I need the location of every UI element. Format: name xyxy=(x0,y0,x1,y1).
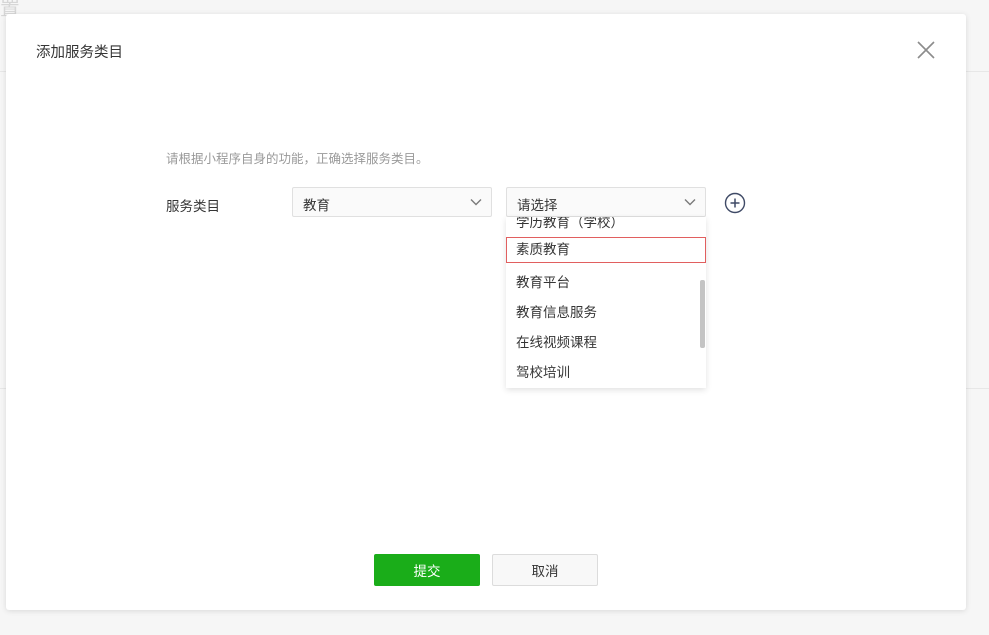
dropdown-option-highlighted[interactable]: 素质教育 xyxy=(506,237,706,263)
submit-button[interactable]: 提交 xyxy=(374,554,480,586)
dropdown-option[interactable]: 驾校培训 xyxy=(506,360,706,386)
instruction-text: 请根据小程序自身的功能，正确选择服务类目。 xyxy=(166,151,429,166)
cancel-button[interactable]: 取消 xyxy=(492,554,598,586)
category-level1-select[interactable]: 教育 xyxy=(292,187,492,217)
chevron-down-icon xyxy=(470,199,482,206)
close-button[interactable] xyxy=(914,38,938,62)
plus-circle-icon xyxy=(724,192,746,214)
select-value: 教育 xyxy=(303,198,330,214)
select-placeholder: 请选择 xyxy=(517,198,558,214)
add-category-button[interactable] xyxy=(724,192,746,214)
dropdown-option[interactable]: 学历教育（学校） xyxy=(506,217,706,236)
category-level2-select[interactable]: 请选择 xyxy=(506,187,706,217)
service-category-label: 服务类目 xyxy=(166,199,220,215)
category-dropdown-list: 学历教育（学校） 素质教育 教育平台 教育信息服务 在线视频课程 驾校培训 xyxy=(506,217,706,388)
dropdown-option[interactable]: 教育信息服务 xyxy=(506,300,706,326)
dropdown-scrollbar[interactable] xyxy=(700,280,705,348)
add-service-category-dialog: 添加服务类目 请根据小程序自身的功能，正确选择服务类目。 服务类目 教育 请选择… xyxy=(6,14,966,610)
dropdown-option[interactable]: 教育平台 xyxy=(506,270,706,296)
dialog-title: 添加服务类目 xyxy=(36,45,123,61)
close-icon xyxy=(917,41,935,59)
dropdown-option[interactable]: 在线视频课程 xyxy=(506,330,706,356)
chevron-down-icon xyxy=(684,199,696,206)
